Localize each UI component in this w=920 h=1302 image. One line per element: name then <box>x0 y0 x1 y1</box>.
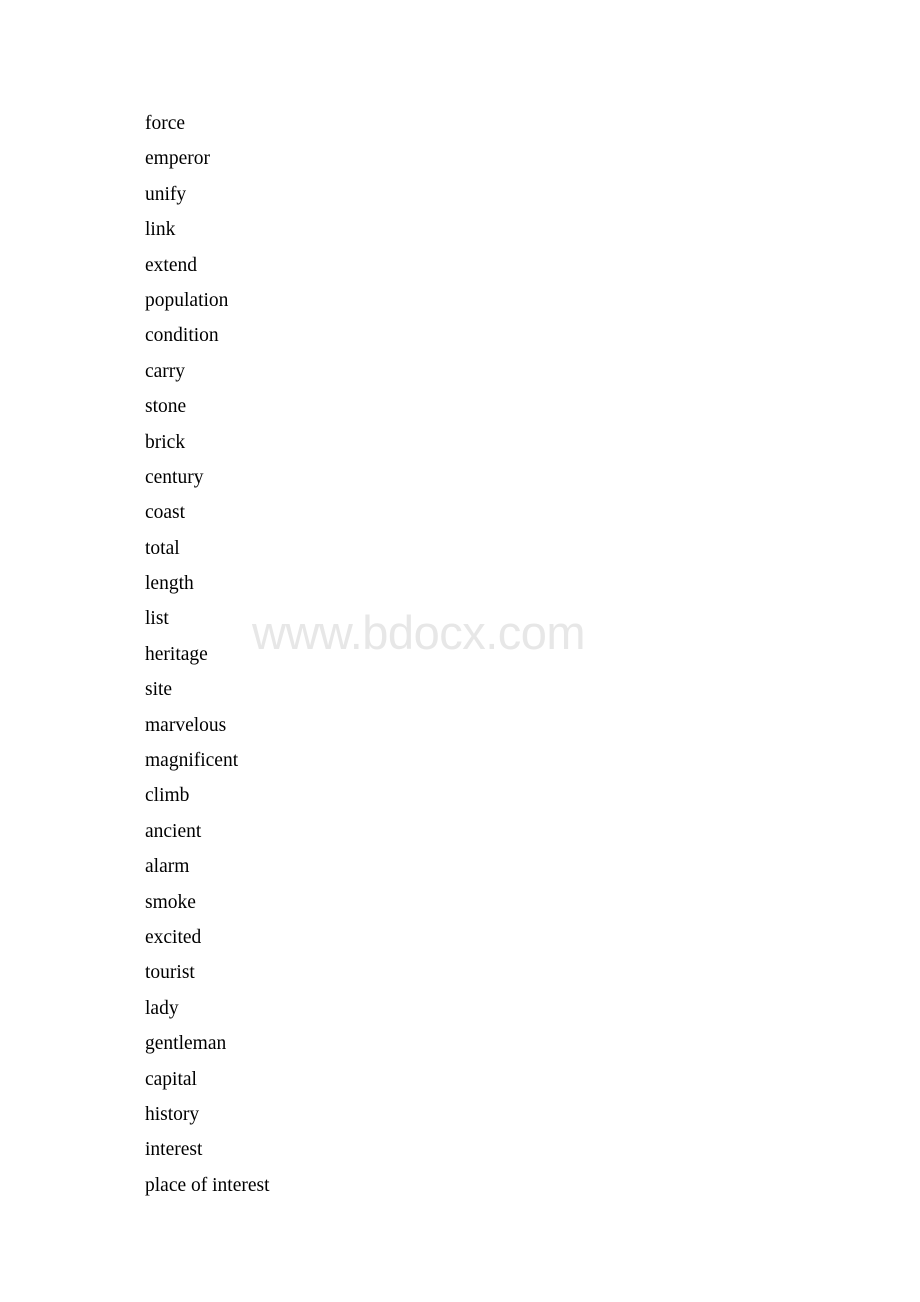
document-page: www.bdocx.com force emperor unify link exten… <box>0 0 920 1302</box>
list-item: excited <box>145 926 202 948</box>
list-item: unify <box>145 183 187 205</box>
list-item: smoke <box>145 891 196 913</box>
list-item: population <box>145 289 229 311</box>
list-item: ancient <box>145 820 202 842</box>
list-item: lady <box>145 997 179 1019</box>
list-item: climb <box>145 785 190 807</box>
list-item: list <box>145 608 169 630</box>
list-item: century <box>145 466 204 488</box>
list-item: place of interest <box>145 1174 270 1196</box>
list-item: stone <box>145 396 187 418</box>
list-item: site <box>145 679 173 701</box>
list-item: history <box>145 1103 200 1125</box>
list-item: condition <box>145 325 219 347</box>
list-item: marvelous <box>145 714 227 736</box>
list-item: carry <box>145 360 186 382</box>
list-item: tourist <box>145 962 195 984</box>
list-item: coast <box>145 502 186 524</box>
vocabulary-word-list: force emperor unify link extend population con… <box>145 106 745 1203</box>
list-item: extend <box>145 254 197 276</box>
list-item: heritage <box>145 643 208 665</box>
list-item: gentleman <box>145 1033 227 1055</box>
list-item: emperor <box>145 148 210 170</box>
list-item: interest <box>145 1139 203 1161</box>
list-item: magnificent <box>145 750 239 772</box>
list-item: alarm <box>145 856 190 878</box>
list-item: link <box>145 219 176 241</box>
list-item: capital <box>145 1068 197 1090</box>
list-item: length <box>145 573 194 595</box>
list-item: force <box>145 113 186 134</box>
list-item: brick <box>145 431 186 453</box>
list-item: total <box>145 537 180 559</box>
